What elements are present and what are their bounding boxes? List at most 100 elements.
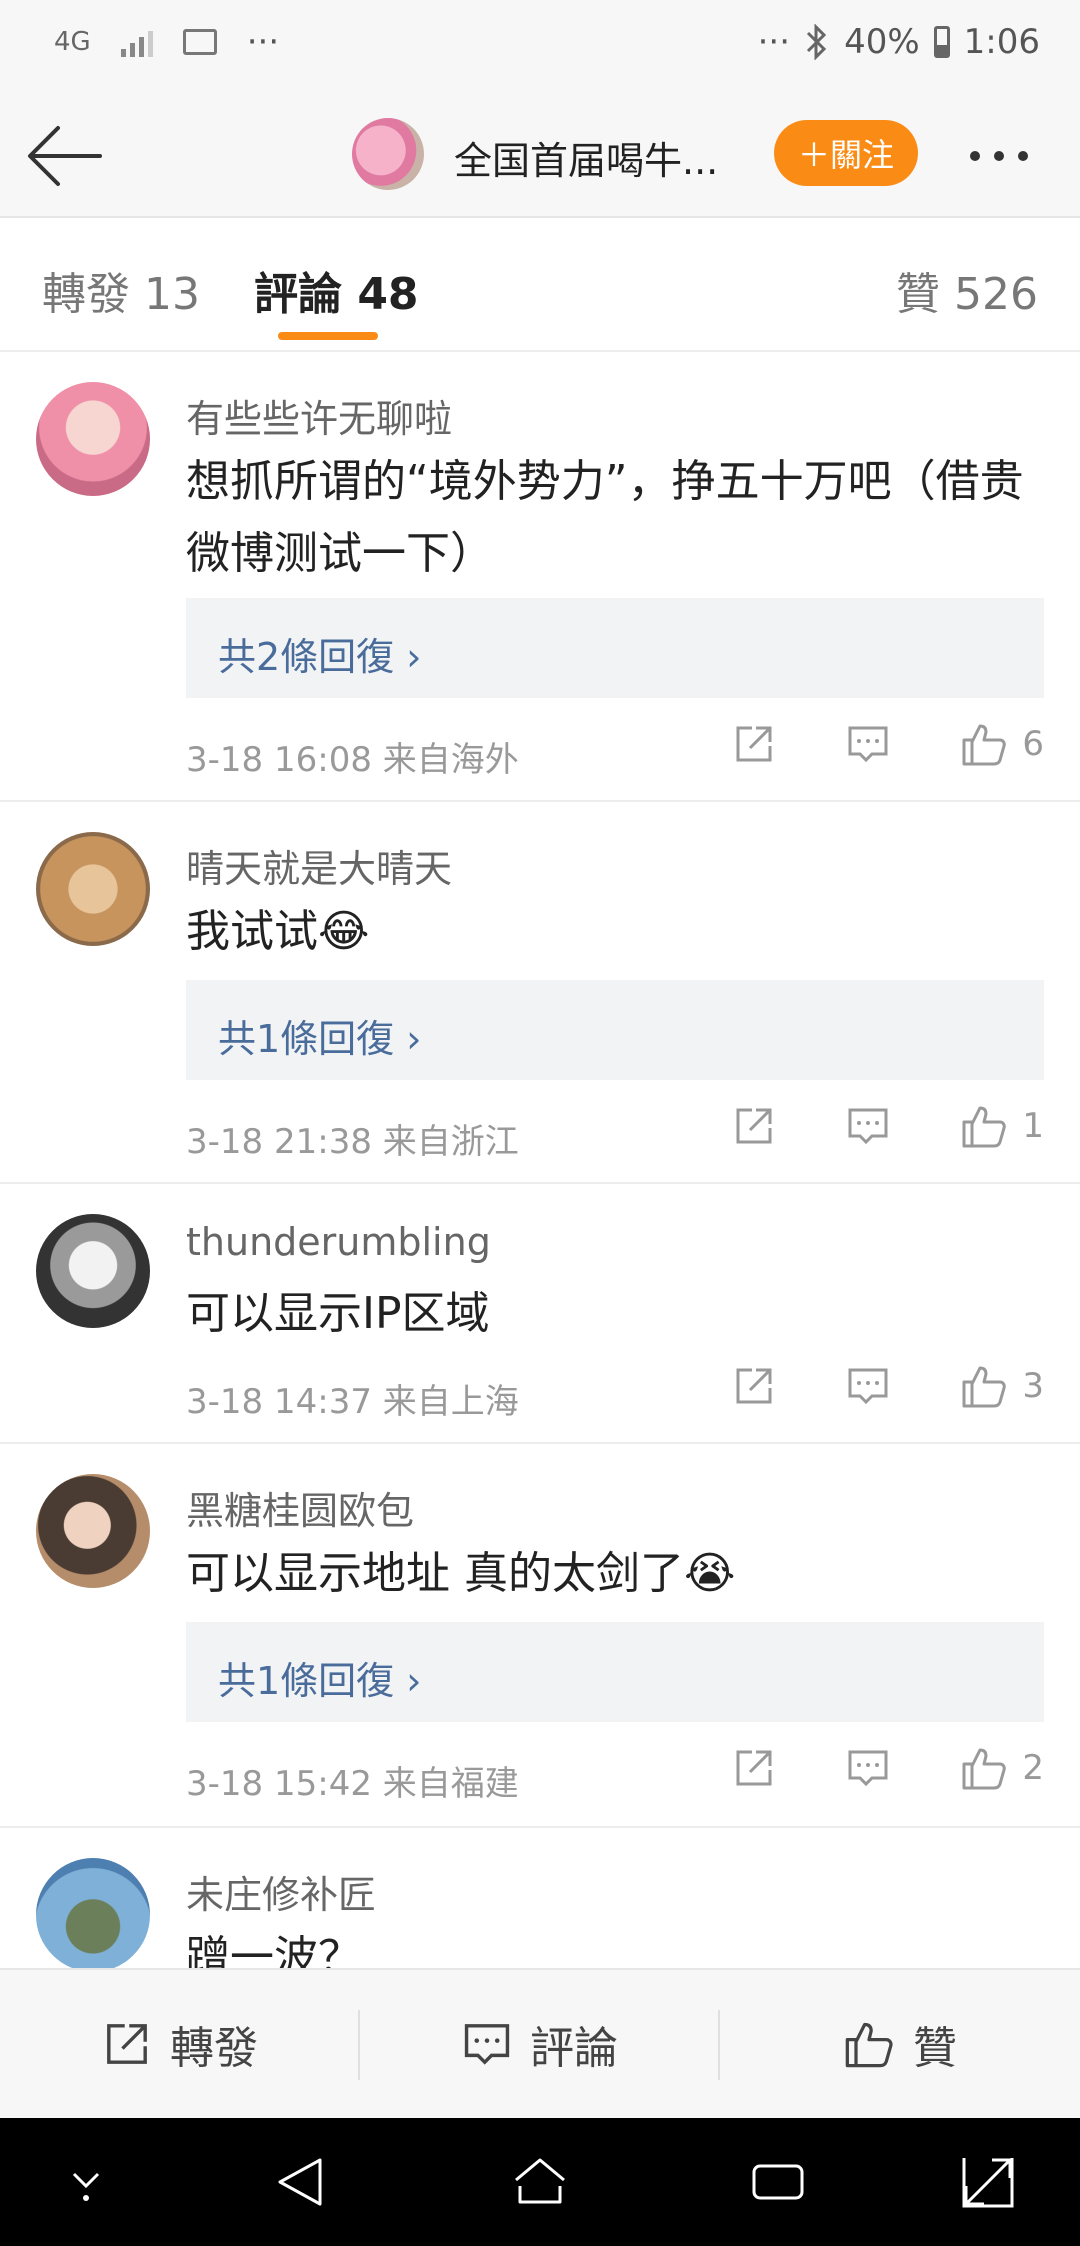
comment-actions: 6 (732, 720, 1044, 768)
thumbs-up-icon (962, 1748, 1007, 1790)
comment-item: 未庄修补匠 蹭一波？ (0, 1828, 1080, 1968)
avatar[interactable] (36, 832, 150, 946)
expand-icon (962, 2158, 1014, 2208)
comment-icon (848, 1108, 888, 1145)
tab-likes[interactable]: 贊 526 (896, 258, 1038, 322)
battery-icon (933, 26, 950, 58)
reply-button[interactable] (846, 722, 890, 766)
gallery-notification-icon (182, 29, 217, 55)
like-count: 1 (1022, 1106, 1044, 1146)
reply-button[interactable] (846, 1104, 890, 1148)
comment-label: 評論 (530, 2023, 618, 2074)
back-button[interactable] (24, 118, 108, 194)
triangle-back-icon (278, 2158, 322, 2206)
tab-reposts[interactable]: 轉發 13 (42, 258, 200, 322)
comment-item: 黑糖桂圆欧包 可以显示地址 真的太剑了😭 共1條回復 › 3-18 15:42 … (0, 1444, 1080, 1828)
comment-username[interactable]: 未庄修补匠 (186, 1864, 376, 1919)
like-button[interactable]: 2 (960, 1744, 1044, 1792)
view-replies-button[interactable]: 共1條回復 › (186, 1622, 1044, 1722)
like-button[interactable]: 6 (960, 720, 1044, 768)
top-nav-bar: 全国首届喝牛... ＋關注 (0, 96, 1080, 218)
replies-count-label: 共2條回復 › (218, 635, 422, 679)
comment-icon (848, 1750, 888, 1787)
comment-text: 蹭一波？ (186, 1932, 362, 1968)
more-notifications-icon: ··· (246, 22, 280, 62)
repost-label: 轉發 (170, 2023, 258, 2074)
replies-count-label: 共1條回復 › (218, 1659, 422, 1703)
comment-text: 可以显示IP区域 (186, 1288, 490, 1339)
avatar[interactable] (36, 1214, 150, 1328)
dot-icon (1018, 151, 1028, 161)
comment-item: 有些些许无聊啦 想抓所谓的“境外势力”，挣五十万吧（借贵微博测试一下） 共2條回… (0, 352, 1080, 802)
comment-meta: 3-18 15:42 来自福建 (186, 1764, 519, 1804)
reply-button[interactable] (846, 1746, 890, 1790)
home-nav-button[interactable] (510, 2152, 570, 2216)
comment-text: 我试试😂 (186, 906, 370, 957)
share-icon (736, 1108, 772, 1144)
back-arrow-icon (28, 126, 102, 186)
comment-username[interactable]: 黑糖桂圆欧包 (186, 1480, 414, 1535)
bottom-action-bar: 轉發 評論 贊 (0, 1968, 1080, 2118)
status-bar: 4G ··· ··· 40% 1:06 (0, 0, 1080, 96)
follow-button[interactable]: ＋關注 (774, 120, 918, 186)
like-count: 6 (1022, 724, 1044, 764)
share-icon (736, 726, 772, 762)
comment-meta: 3-18 21:38 来自浙江 (186, 1122, 519, 1162)
tab-comments[interactable]: 評論 48 (254, 258, 419, 322)
page-title[interactable]: 全国首届喝牛... (454, 130, 718, 185)
bluetooth-icon (807, 24, 827, 60)
author-avatar[interactable] (352, 118, 424, 190)
comment-text: 想抓所谓的“境外势力”，挣五十万吧（借贵微博测试一下） (186, 456, 1024, 579)
clock: 1:06 (963, 22, 1040, 62)
avatar[interactable] (36, 1474, 150, 1588)
avatar[interactable] (36, 382, 150, 496)
share-button[interactable] (732, 1746, 776, 1790)
comment-username[interactable]: 有些些许无聊啦 (186, 388, 452, 443)
hide-keyboard-button[interactable] (66, 2152, 106, 2216)
comment-meta: 3-18 16:08 来自海外 (186, 740, 519, 780)
tab-bar: 轉發 13 評論 48 贊 526 (0, 218, 1080, 352)
share-icon (736, 1750, 772, 1786)
like-count: 2 (1022, 1748, 1044, 1788)
view-replies-button[interactable]: 共1條回復 › (186, 980, 1044, 1080)
more-options-button[interactable] (970, 136, 1050, 176)
share-button[interactable] (732, 722, 776, 766)
view-replies-button[interactable]: 共2條回復 › (186, 598, 1044, 698)
comment-actions: 3 (732, 1362, 1044, 1410)
like-post-button[interactable]: 贊 (720, 1970, 1080, 2118)
repost-button[interactable]: 轉發 (0, 1970, 360, 2118)
dot-icon (970, 151, 980, 161)
reply-button[interactable] (846, 1364, 890, 1408)
signal-icon (120, 27, 153, 57)
comment-icon (848, 726, 888, 763)
back-nav-button[interactable] (272, 2152, 328, 2216)
like-button[interactable]: 3 (960, 1362, 1044, 1410)
comment-username[interactable]: 晴天就是大晴天 (186, 838, 452, 893)
more-status-icon: ··· (757, 22, 791, 62)
rotate-screen-button[interactable] (958, 2152, 1018, 2216)
recents-nav-button[interactable] (748, 2152, 808, 2216)
network-type-label: 4G (54, 27, 91, 57)
comment-item: 晴天就是大晴天 我试试😂 共1條回復 › 3-18 21:38 来自浙江 1 (0, 802, 1080, 1184)
comment-actions: 2 (732, 1744, 1044, 1792)
comment-list[interactable]: 有些些许无聊啦 想抓所谓的“境外势力”，挣五十万吧（借贵微博测试一下） 共2條回… (0, 352, 1080, 1968)
share-button[interactable] (732, 1364, 776, 1408)
comment-icon (464, 2024, 510, 2065)
avatar[interactable] (36, 1858, 150, 1968)
like-count: 3 (1022, 1366, 1044, 1406)
like-button[interactable]: 1 (960, 1102, 1044, 1150)
home-icon (515, 2158, 565, 2204)
comment-actions: 1 (732, 1102, 1044, 1150)
chevron-down-icon (72, 2172, 100, 2201)
comment-button[interactable]: 評論 (360, 1970, 720, 2118)
comment-item: thunderumbling 可以显示IP区域 3-18 14:37 来自上海 … (0, 1184, 1080, 1444)
thumbs-up-icon (962, 1106, 1007, 1148)
recents-icon (752, 2164, 804, 2200)
share-icon (736, 1368, 772, 1404)
comment-icon (848, 1368, 888, 1405)
comment-text: 可以显示地址 真的太剑了😭 (186, 1548, 736, 1599)
share-button[interactable] (732, 1104, 776, 1148)
dot-icon (994, 151, 1004, 161)
comment-username[interactable]: thunderumbling (186, 1220, 491, 1264)
share-icon (107, 2024, 147, 2064)
